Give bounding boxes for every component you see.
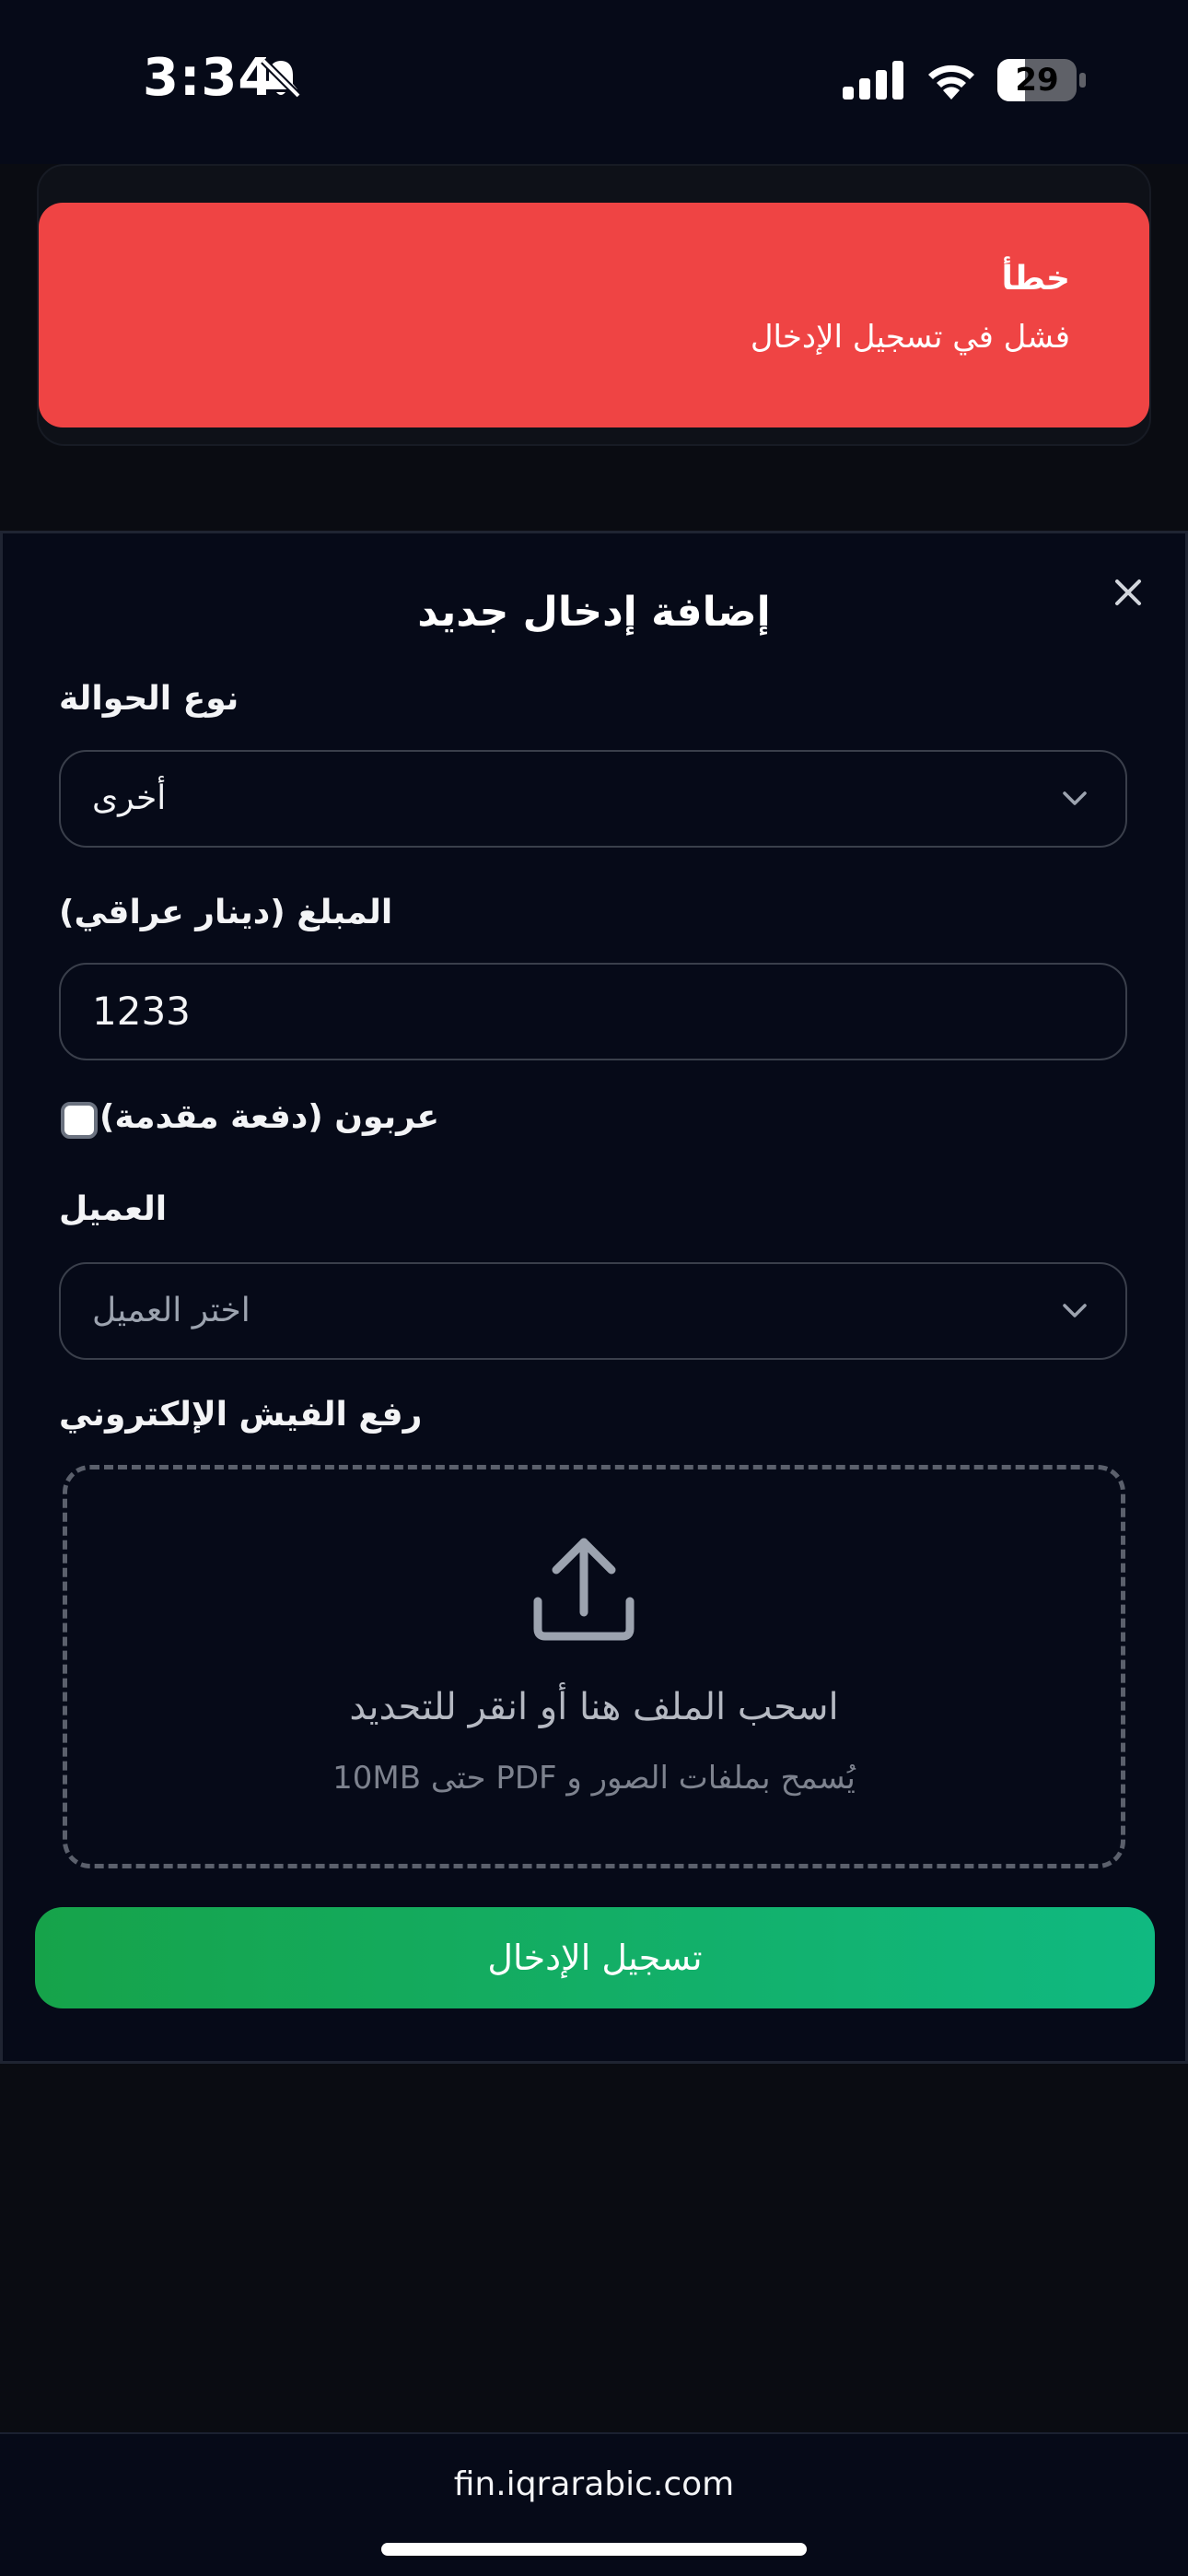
upload-label: رفع الفيش الإلكتروني xyxy=(59,1396,423,1434)
browser-url-bar[interactable]: fin.iqrarabic.com xyxy=(0,2432,1188,2576)
screen: 3:34 29 خطأ فشل في تسجيل الإدخال إضافة إ… xyxy=(0,0,1188,2576)
chevron-down-icon xyxy=(1063,1304,1087,1317)
amount-input[interactable]: 1233 xyxy=(59,963,1127,1060)
error-toast[interactable]: خطأ فشل في تسجيل الإدخال xyxy=(39,203,1149,427)
client-placeholder: اختر العميل xyxy=(92,1292,250,1329)
file-dropzone[interactable] xyxy=(63,1465,1125,1868)
client-select[interactable]: اختر العميل xyxy=(59,1262,1127,1360)
submit-entry-button[interactable]: تسجيل الإدخال xyxy=(35,1907,1155,2008)
close-icon[interactable] xyxy=(1110,574,1147,611)
transfer-type-value: أخرى xyxy=(92,779,167,817)
modal-title: إضافة إدخال جديد xyxy=(417,589,771,636)
cellular-signal-icon xyxy=(843,61,903,100)
transfer-type-label: نوع الحوالة xyxy=(59,680,239,718)
client-label: العميل xyxy=(59,1190,168,1228)
toast-title: خطأ xyxy=(1001,260,1070,298)
toast-message: فشل في تسجيل الإدخال xyxy=(750,319,1070,356)
chevron-down-icon xyxy=(1063,791,1087,805)
deposit-checkbox[interactable] xyxy=(61,1102,98,1139)
wifi-icon xyxy=(928,64,974,100)
home-indicator[interactable] xyxy=(381,2543,807,2556)
bell-slash-icon xyxy=(261,58,301,99)
amount-value: 1233 xyxy=(92,989,191,1034)
amount-label: المبلغ (دينار عراقي) xyxy=(59,894,393,931)
status-bar: 3:34 29 xyxy=(0,0,1188,164)
upload-icon xyxy=(533,1538,635,1641)
url-text[interactable]: fin.iqrarabic.com xyxy=(0,2465,1188,2503)
battery-level: 29 xyxy=(1015,62,1059,99)
transfer-type-select[interactable]: أخرى xyxy=(59,750,1127,848)
status-time: 3:34 xyxy=(143,48,275,108)
dropzone-hint: يُسمح بملفات الصور و PDF حتى 10MB xyxy=(332,1760,856,1797)
dropzone-title: اسحب الملف هنا أو انقر للتحديد xyxy=(349,1686,839,1728)
deposit-checkbox-label[interactable]: عربون (دفعة مقدمة) xyxy=(99,1098,439,1136)
